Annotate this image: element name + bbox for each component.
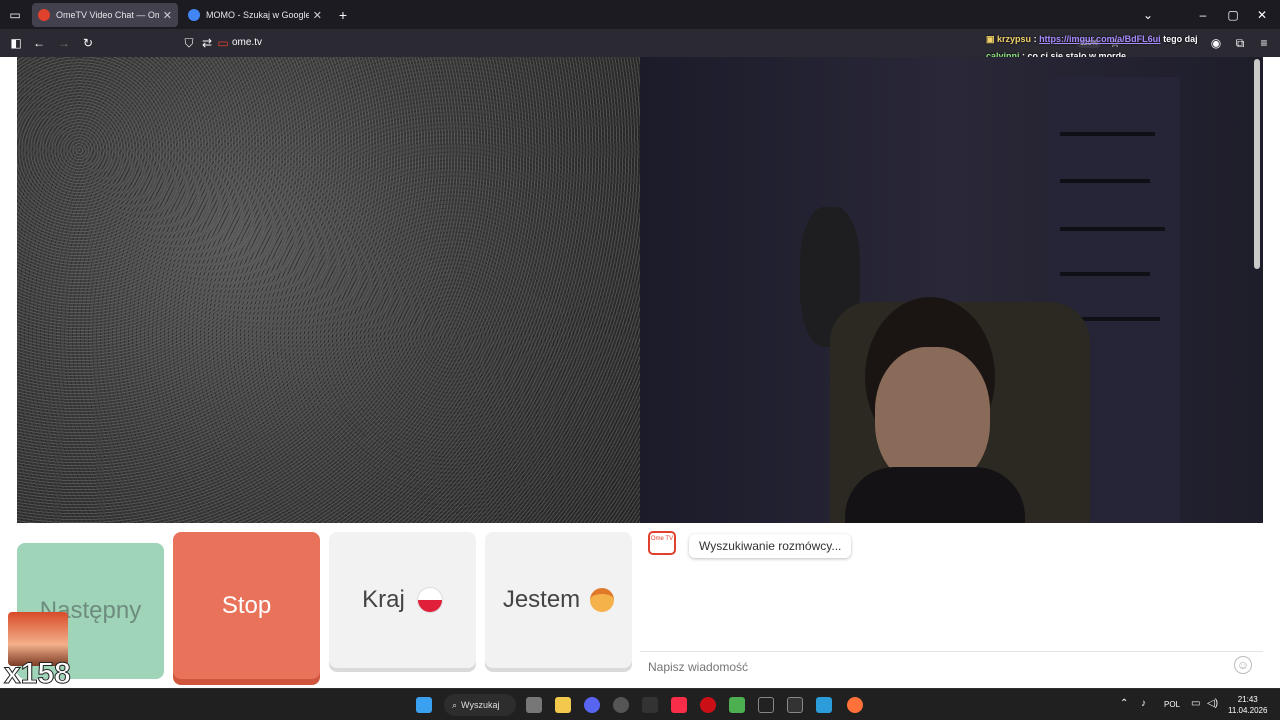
language-indicator[interactable]: POL [1164,700,1180,709]
app-icon[interactable] [642,697,658,713]
google-favicon-icon [188,9,200,21]
url-bar[interactable]: ome.tv [232,37,262,48]
volume-icon[interactable]: ◁) [1207,698,1218,709]
clock[interactable]: 21:43 11.04.2026 [1228,694,1267,716]
opera-icon[interactable] [700,697,716,713]
shirt [845,467,1025,523]
chat-user: krzypsu [997,34,1032,44]
sidebar-icon[interactable]: ◧ [7,34,25,52]
epic-games-icon[interactable] [758,697,774,713]
reload-icon[interactable]: ↻ [79,34,97,52]
chat-text: tego daj [1163,34,1198,44]
maximize-icon[interactable]: ▢ [1224,6,1242,24]
app-c-icon[interactable] [816,697,832,713]
gender-label: Jestem [502,586,581,613]
taskbar: ⌕ Wyszukaj ⌃ ♪ POL ▭ ◁) 21:43 11.04.2026 [0,688,1280,720]
microphone-icon[interactable]: ♪ [1141,698,1146,709]
forward-icon[interactable]: → [55,34,73,52]
gender-button[interactable]: Jestem [485,532,632,668]
time: 21:43 [1237,695,1258,704]
ometv-page: Następny Stop Kraj Jestem Ome TV Wyszuki… [0,57,1280,688]
country-label: Kraj [362,586,405,613]
chat-link[interactable]: https://imgur.com/a/BdFL6ui [1039,34,1161,44]
minimize-icon[interactable]: – [1194,6,1212,24]
emoji-icon[interactable]: ☺ [1234,656,1252,674]
close-tab-icon[interactable]: ✕ [313,9,322,22]
notepad-icon[interactable] [729,697,745,713]
firefox-icon[interactable] [847,697,863,713]
status-message: Wyszukiwanie rozmówcy... [689,534,852,558]
ometv-favicon-icon [38,9,50,21]
tab-google[interactable]: MOMO - Szukaj w Google ✕ [182,3,328,27]
stop-label: Stop [221,591,272,619]
country-button[interactable]: Kraj [329,532,476,668]
static-noise [17,57,640,523]
camera-icon[interactable]: ▭ [214,34,232,52]
discord-icon[interactable] [584,697,600,713]
new-tab-icon[interactable]: + [334,6,352,24]
tab-title: OmeTV Video Chat — Ome [56,10,159,20]
chat-panel: Ome TV Wyszukiwanie rozmówcy... ☺ [640,523,1263,688]
stop-button[interactable]: Stop [173,532,320,679]
tab-title: MOMO - Szukaj w Google [206,10,309,20]
tab-list-icon[interactable]: ▭ [6,6,24,24]
tab-bar: ▭ OmeTV Video Chat — Ome ✕ MOMO - Szukaj… [0,0,1280,29]
stream-chat-line: ▣ krzypsu : https://imgur.com/a/BdFL6ui … [986,34,1198,44]
network-icon[interactable]: ▭ [1191,698,1200,709]
poland-flag-icon [416,587,443,613]
file-explorer-icon[interactable] [555,697,571,713]
windows-start-icon[interactable] [416,697,432,713]
back-icon[interactable]: ← [30,34,48,52]
steam-icon[interactable] [613,697,629,713]
search-label: Wyszukaj [461,700,500,710]
tray-chevron-icon[interactable]: ⌃ [1120,698,1128,709]
close-tab-icon[interactable]: ✕ [163,9,172,22]
music-icon[interactable] [671,697,687,713]
boy-emoji-icon [590,588,615,612]
scrollbar[interactable] [1254,59,1260,269]
ometv-logo-icon: Ome TV [648,531,676,555]
close-window-icon[interactable]: ✕ [1253,6,1271,24]
self-video [640,57,1263,523]
shield-icon[interactable]: ⛉ [180,34,198,52]
extensions-icon[interactable]: ⧉ [1231,34,1249,52]
stranger-video [17,57,640,523]
overlay-counter: x158 [4,657,72,691]
search-icon: ⌕ [452,699,458,710]
terminal-icon[interactable] [787,697,803,713]
taskbar-search[interactable]: ⌕ Wyszukaj [444,694,516,716]
tab-ometv[interactable]: OmeTV Video Chat — Ome ✕ [32,3,178,27]
message-input[interactable] [648,658,1208,676]
message-input-bar: ☺ [640,651,1263,681]
task-view-icon[interactable] [526,697,542,713]
account-icon[interactable]: ◉ [1207,34,1225,52]
date: 11.04.2026 [1228,706,1268,715]
chevron-down-icon[interactable]: ⌄ [1139,6,1157,24]
menu-icon[interactable]: ≡ [1255,34,1273,52]
chat-badge-icon: ▣ [986,34,995,44]
face [875,347,990,487]
